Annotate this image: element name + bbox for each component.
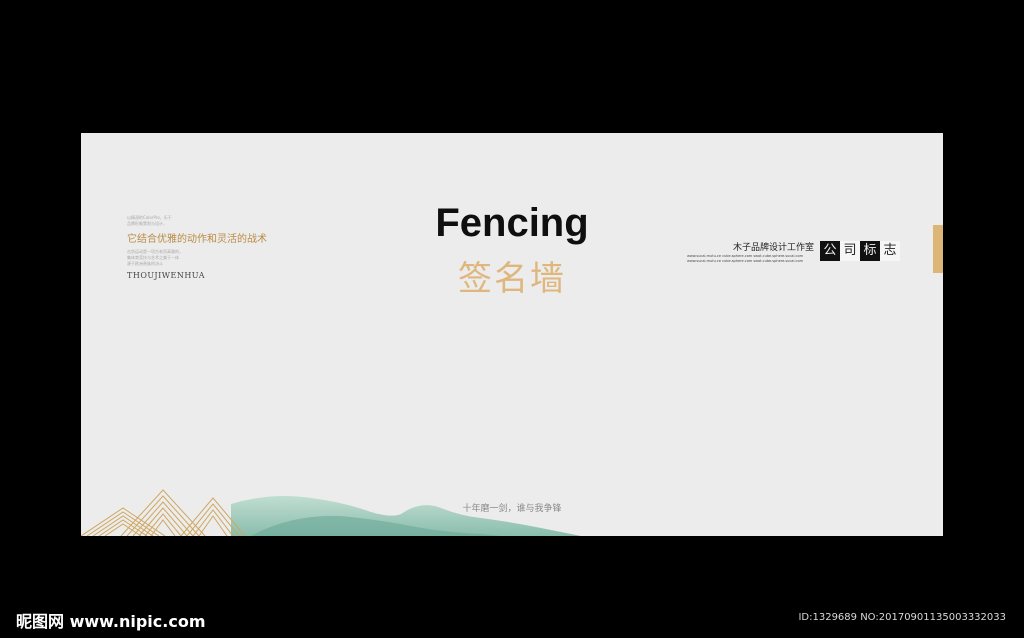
gold-side-bar bbox=[933, 225, 943, 273]
company-logo: 公 司 标 志 bbox=[820, 241, 900, 261]
watermark-brand: 昵图网 www.nipic.com bbox=[16, 612, 206, 631]
logo-char: 公 bbox=[820, 241, 840, 261]
studio-tiny-line: www.sucai.mutu.ce cube.sphere.com swot.c… bbox=[687, 254, 804, 258]
studio-tiny-line: www.sucai.mutu.ce cube.sphere.com swot.c… bbox=[687, 259, 804, 263]
watermark-id: ID:1329689 NO:20170901135003332033 bbox=[798, 612, 1006, 623]
title-chinese: 签名墙 bbox=[458, 259, 566, 299]
bottom-slogan: 十年磨一剑，谁与我争锋 bbox=[462, 504, 562, 514]
mountain-illustration bbox=[81, 489, 581, 536]
signature-wall-board: 以精湛的ColorPro，乐于 品牌形象策划与设计， 它结合优雅的动作和灵活的战… bbox=[81, 133, 943, 536]
studio-name: 木子品牌设计工作室 bbox=[733, 243, 815, 253]
logo-char: 司 bbox=[840, 241, 860, 261]
logo-char: 标 bbox=[860, 241, 880, 261]
screen: { "title_en": "Fencing", "title_cn": "签名… bbox=[0, 0, 1024, 638]
logo-char: 志 bbox=[880, 241, 900, 261]
